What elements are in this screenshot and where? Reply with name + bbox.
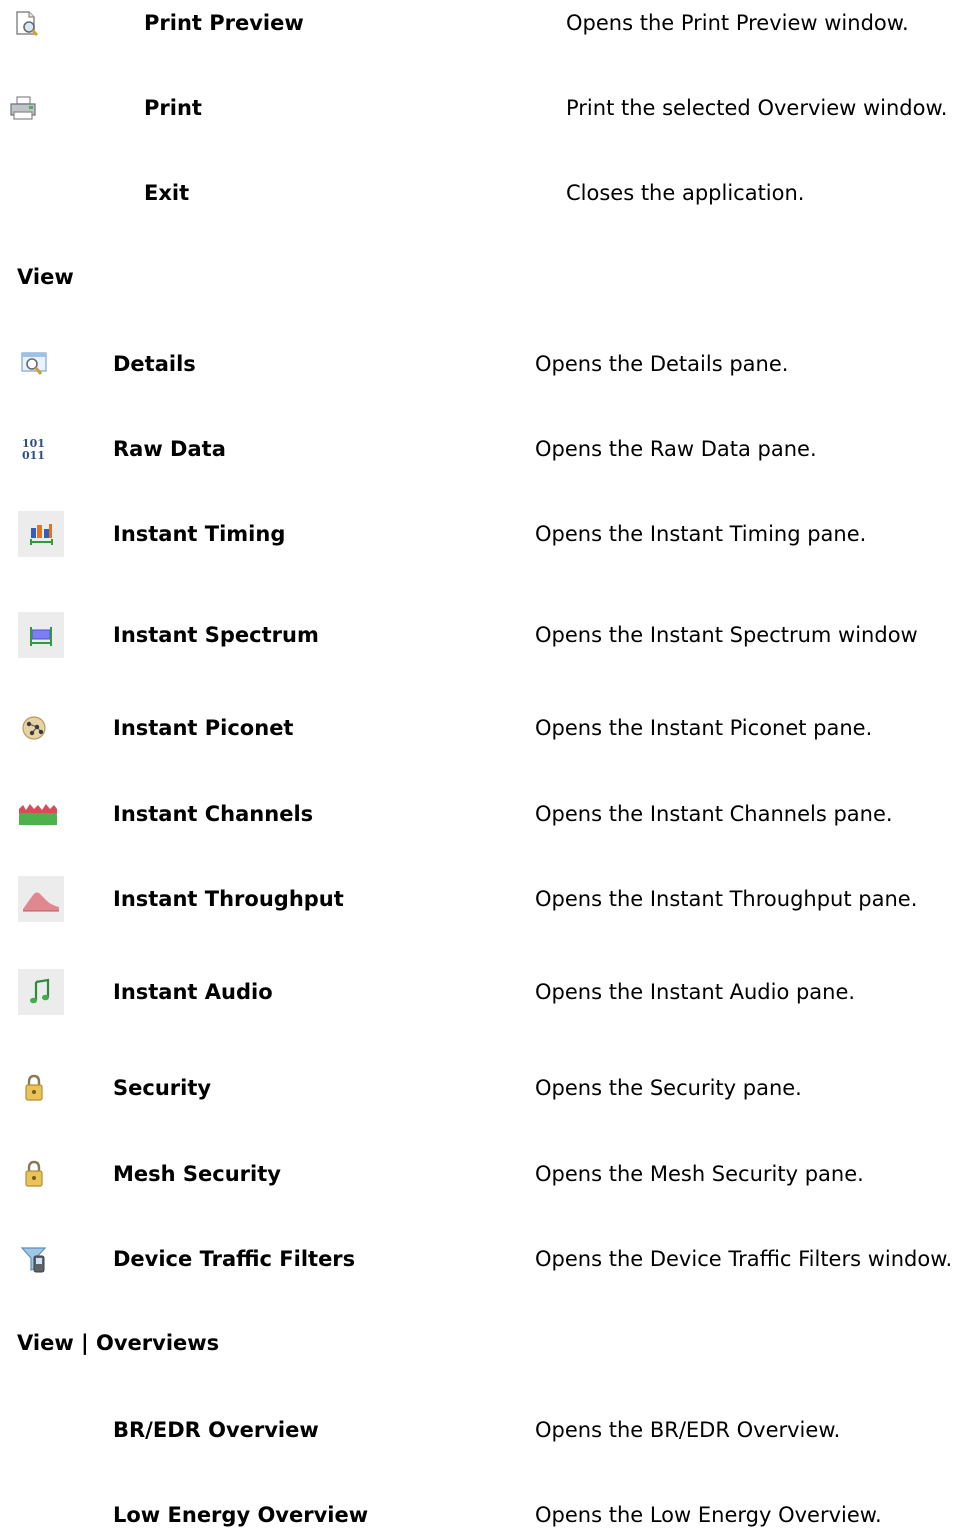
svg-text:011: 011 [22, 449, 45, 462]
command-label: Instant Timing [113, 522, 286, 546]
instant-piconet-icon [18, 712, 50, 744]
command-label: Instant Channels [113, 802, 314, 826]
command-label: Details [113, 352, 196, 376]
command-description: Opens the Print Preview window. [566, 11, 909, 35]
command-row-instant-timing: Instant Timing Opens the Instant Timing … [0, 511, 964, 557]
command-row-exit: Exit Closes the application. [0, 173, 964, 213]
command-description: Opens the Low Energy Overview. [535, 1503, 882, 1527]
command-row-instant-spectrum: Instant Spectrum Opens the Instant Spect… [0, 612, 964, 658]
section-heading-view: View [17, 265, 74, 289]
command-description: Opens the Device Traffic Filters window. [535, 1247, 953, 1271]
device-traffic-filters-icon [18, 1243, 50, 1275]
command-row-mesh-security: Mesh Security Opens the Mesh Security pa… [0, 1154, 964, 1194]
section-heading-view-overviews: View | Overviews [17, 1331, 220, 1355]
instant-audio-icon [18, 969, 64, 1015]
command-row-print-preview: Print Preview Opens the Print Preview wi… [0, 3, 964, 43]
command-description: Opens the Instant Spectrum window [535, 623, 918, 647]
security-lock-icon [18, 1072, 50, 1104]
details-icon [18, 348, 50, 380]
command-description: Opens the Instant Audio pane. [535, 980, 856, 1004]
command-row-instant-channels: Instant Channels Opens the Instant Chann… [0, 794, 964, 834]
command-label: Print [144, 96, 202, 120]
command-label: Instant Spectrum [113, 623, 319, 647]
command-label: Exit [144, 181, 190, 205]
command-label: Device Traffic Filters [113, 1247, 356, 1271]
command-description: Opens the Instant Timing pane. [535, 522, 867, 546]
command-label: Print Preview [144, 11, 304, 35]
instant-timing-icon [18, 511, 64, 557]
command-description: Opens the Instant Channels pane. [535, 802, 893, 826]
command-description: Opens the Mesh Security pane. [535, 1162, 864, 1186]
command-label: Mesh Security [113, 1162, 281, 1186]
command-row-br-edr-overview: BR/EDR Overview Opens the BR/EDR Overvie… [0, 1410, 964, 1450]
command-label: Low Energy Overview [113, 1503, 369, 1527]
command-description: Opens the Instant Throughput pane. [535, 887, 918, 911]
command-row-instant-throughput: Instant Throughput Opens the Instant Thr… [0, 876, 964, 922]
command-row-instant-piconet: Instant Piconet Opens the Instant Picone… [0, 708, 964, 748]
command-row-instant-audio: Instant Audio Opens the Instant Audio pa… [0, 969, 964, 1015]
command-description: Print the selected Overview window. [566, 96, 948, 120]
command-row-details: Details Opens the Details pane. [0, 344, 964, 384]
command-label: Security [113, 1076, 212, 1100]
command-row-device-traffic-filters: Device Traffic Filters Opens the Device … [0, 1239, 964, 1279]
printer-icon [7, 92, 39, 124]
command-label: BR/EDR Overview [113, 1418, 319, 1442]
command-row-low-energy-overview: Low Energy Overview Opens the Low Energy… [0, 1495, 964, 1535]
raw-data-icon: 101 011 [18, 433, 50, 465]
command-description: Opens the Details pane. [535, 352, 789, 376]
command-label: Raw Data [113, 437, 226, 461]
command-description: Opens the Raw Data pane. [535, 437, 817, 461]
command-label: Instant Audio [113, 980, 273, 1004]
command-description: Opens the BR/EDR Overview. [535, 1418, 841, 1442]
command-description: Closes the application. [566, 181, 805, 205]
command-label: Instant Throughput [113, 887, 344, 911]
instant-throughput-icon [18, 876, 64, 922]
instant-channels-icon [18, 798, 58, 830]
command-description: Opens the Instant Piconet pane. [535, 716, 873, 740]
print-preview-icon [10, 7, 42, 39]
instant-spectrum-icon [18, 612, 64, 658]
command-label: Instant Piconet [113, 716, 294, 740]
command-row-print: Print Print the selected Overview window… [0, 88, 964, 128]
command-row-security: Security Opens the Security pane. [0, 1068, 964, 1108]
command-row-raw-data: 101 011 Raw Data Opens the Raw Data pane… [0, 429, 964, 469]
mesh-security-lock-icon [18, 1158, 50, 1190]
command-description: Opens the Security pane. [535, 1076, 802, 1100]
